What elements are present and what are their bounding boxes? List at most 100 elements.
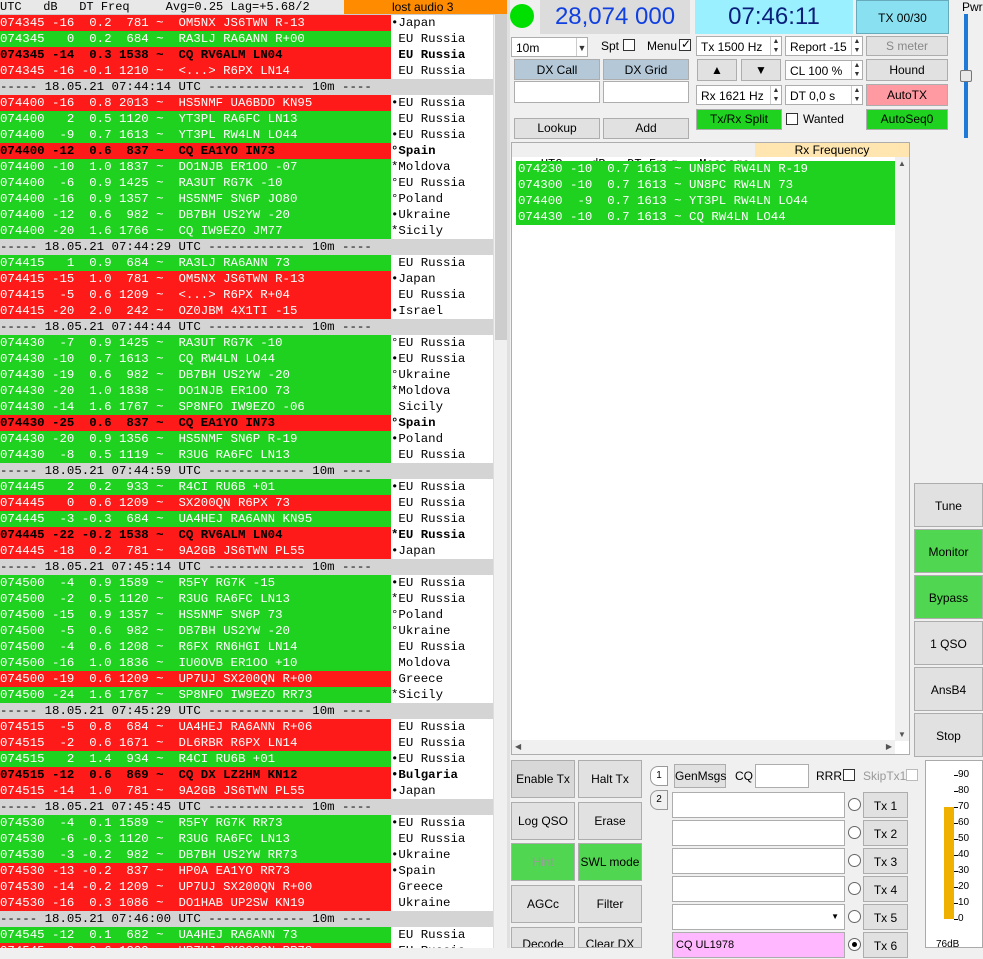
rx-horizontal-scrollbar[interactable]: ◀ ▶: [512, 740, 895, 754]
decode-row[interactable]: 074430 -19 0.6 982 ~ DB7BH US2YW -20 °Ukr…: [0, 367, 493, 383]
tune-button[interactable]: Tune: [914, 483, 983, 527]
period-separator[interactable]: ----- 18.05.21 07:44:29 UTC ------------…: [0, 239, 493, 255]
tx1-message-field[interactable]: [672, 792, 845, 818]
decode-row[interactable]: 074430 -14 1.6 1767 ~ SP8NFO IW9EZO -06 …: [0, 399, 493, 415]
decode-row[interactable]: 074345 -14 0.3 1538 ~ CQ RV6ALM LN04 EU …: [0, 47, 493, 63]
tx6-button[interactable]: Tx 6: [863, 932, 908, 958]
chevron-down-icon[interactable]: ▼: [576, 38, 587, 56]
scroll-up-icon[interactable]: ▲: [898, 159, 906, 168]
log-qso-button[interactable]: Log QSO: [511, 802, 575, 840]
decode-row[interactable]: 074445 -3 -0.3 684 ~ UA4HEJ RA6ANN KN95 …: [0, 511, 493, 527]
rx-message-list[interactable]: 074230 -10 0.7 1613 ~ UN8PC RW4LN R-19 07…: [516, 161, 896, 225]
period-separator[interactable]: ----- 18.05.21 07:45:29 UTC ------------…: [0, 703, 493, 719]
decode-row[interactable]: 074530 -14 -0.2 1209 ~ UP7UJ SX200QN R+0…: [0, 879, 493, 895]
decode-row[interactable]: 074515 -5 0.8 684 ~ UA4HEJ RA6ANN R+06 E…: [0, 719, 493, 735]
band-select[interactable]: 10m ▼: [511, 37, 588, 57]
tx2-radio[interactable]: [848, 826, 861, 839]
tx2-message-field[interactable]: [672, 820, 845, 846]
ansb4-button[interactable]: AnsB4: [914, 667, 983, 711]
decode-row[interactable]: 074430 -10 0.7 1613 ~ CQ RW4LN LO44 •EU R…: [0, 351, 493, 367]
dx-call-input[interactable]: [514, 81, 600, 103]
decode-row[interactable]: 074430 -25 0.6 837 ~ CQ EA1YO IN73 °Spain: [0, 415, 493, 431]
hint-button[interactable]: Hint: [511, 843, 575, 881]
decode-row[interactable]: 074530 -4 0.1 1589 ~ R5FY RG7K RR73 •EU R…: [0, 815, 493, 831]
power-control[interactable]: Pwr: [960, 0, 983, 145]
decode-row[interactable]: 074415 -20 2.0 242 ~ OZ0JBM 4X1TI -15 •Is…: [0, 303, 493, 319]
up-arrow-button[interactable]: ▲: [697, 59, 737, 81]
rx-message-row[interactable]: 074300 -10 0.7 1613 ~ UN8PC RW4LN 73: [516, 177, 896, 193]
menu-checkbox[interactable]: [679, 37, 691, 51]
tx6-message-field[interactable]: CQ UL1978: [672, 932, 845, 958]
rx-message-row[interactable]: 074430 -10 0.7 1613 ~ CQ RW4LN LO44: [516, 209, 896, 225]
decode-row[interactable]: 074345 0 0.2 684 ~ RA3LJ RA6ANN R+00 EU …: [0, 31, 493, 47]
decode-row[interactable]: 074400 -9 0.7 1613 ~ YT3PL RW4LN LO44 •EU…: [0, 127, 493, 143]
decode-row[interactable]: 074345 -16 -0.1 1210 ~ <...> R6PX LN14 E…: [0, 63, 493, 79]
tx5-radio[interactable]: [848, 910, 861, 923]
bypass-button[interactable]: Bypass: [914, 575, 983, 619]
rx-vertical-scrollbar[interactable]: ▲ ▼: [895, 157, 909, 741]
decode-row[interactable]: 074500 -19 0.6 1209 ~ UP7UJ SX200QN R+00…: [0, 671, 493, 687]
tx4-radio[interactable]: [848, 882, 861, 895]
spin-arrows-icon[interactable]: ▲ ▼: [851, 86, 862, 104]
spin-arrows-icon[interactable]: ▲ ▼: [851, 61, 862, 79]
decode-row[interactable]: 074345 -16 0.2 781 ~ OM5NX JS6TWN R-13 •J…: [0, 15, 493, 31]
skiptx1-checkbox[interactable]: [906, 769, 918, 781]
decode-row[interactable]: 074530 -6 -0.3 1120 ~ R3UG RA6FC LN13 EU…: [0, 831, 493, 847]
decode-row[interactable]: 074400 2 0.5 1120 ~ YT3PL RA6FC LN13 EU …: [0, 111, 493, 127]
enable-tx-button[interactable]: Enable Tx: [511, 760, 575, 798]
stop-button[interactable]: Stop: [914, 713, 983, 757]
cq-input[interactable]: [755, 764, 809, 788]
rx-freq-spinbox[interactable]: Rx 1621 Hz ▲ ▼: [696, 85, 782, 105]
one-qso-button[interactable]: 1 QSO: [914, 621, 983, 665]
tx1-radio[interactable]: [848, 798, 861, 811]
tx4-button[interactable]: Tx 4: [863, 876, 908, 902]
decode-row[interactable]: 074430 -8 0.5 1119 ~ R3UG RA6FC LN13 EU …: [0, 447, 493, 463]
spin-arrows-icon[interactable]: ▲ ▼: [851, 37, 862, 55]
scroll-down-icon[interactable]: ▼: [898, 730, 906, 739]
clear-dx-button[interactable]: Clear DX: [578, 927, 642, 948]
tx-count-button[interactable]: TX 00/30: [856, 0, 949, 34]
tx5-message-select[interactable]: ▼: [672, 904, 845, 930]
smeter-button[interactable]: S meter: [866, 36, 948, 56]
autotx-button[interactable]: AutoTX: [866, 84, 948, 106]
decode-row[interactable]: 074500 -4 0.9 1589 ~ R5FY RG7K -15 •EU Ru…: [0, 575, 493, 591]
tx1-button[interactable]: Tx 1: [863, 792, 908, 818]
decode-row[interactable]: 074500 -5 0.6 982 ~ DB7BH US2YW -20 °Ukra…: [0, 623, 493, 639]
tab-2[interactable]: 2: [650, 790, 668, 810]
decode-row[interactable]: 074515 2 1.4 934 ~ R4CI RU6B +01 •EU Russ…: [0, 751, 493, 767]
dt-spinbox[interactable]: DT 0,0 s ▲ ▼: [785, 85, 863, 105]
decode-row[interactable]: 074415 1 0.9 684 ~ RA3LJ RA6ANN 73 EU Ru…: [0, 255, 493, 271]
period-separator[interactable]: ----- 18.05.21 07:46:00 UTC ------------…: [0, 911, 493, 927]
period-separator[interactable]: ----- 18.05.21 07:44:14 UTC ------------…: [0, 79, 493, 95]
spt-checkbox[interactable]: [623, 39, 635, 51]
decode-row[interactable]: 074400 -6 0.9 1425 ~ RA3UT RG7K -10 °EU R…: [0, 175, 493, 191]
band-activity-scrollbar[interactable]: [493, 15, 507, 948]
tx3-radio[interactable]: [848, 854, 861, 867]
monitor-button[interactable]: Monitor: [914, 529, 983, 573]
tx-freq-spinbox[interactable]: Tx 1500 Hz ▲ ▼: [696, 36, 782, 56]
decode-row[interactable]: 074530 -16 0.3 1086 ~ DO1HAB UP2SW KN19 …: [0, 895, 493, 911]
down-arrow-button[interactable]: ▼: [741, 59, 781, 81]
band-activity-panel[interactable]: UTC dB DT Freq Avg=0.25 Lag=+5.68/2 lost…: [0, 0, 507, 948]
tab-1[interactable]: 1: [650, 766, 668, 786]
hound-button[interactable]: Hound: [866, 59, 948, 81]
rx-message-row[interactable]: 074400 -9 0.7 1613 ~ YT3PL RW4LN LO44: [516, 193, 896, 209]
decode-row[interactable]: 074530 -3 -0.2 982 ~ DB7BH US2YW RR73 •Uk…: [0, 847, 493, 863]
rrr-checkbox[interactable]: [843, 769, 855, 781]
spin-arrows-icon[interactable]: ▲ ▼: [770, 86, 781, 104]
decode-row[interactable]: 074400 -12 0.6 837 ~ CQ EA1YO IN73 °Spain: [0, 143, 493, 159]
decode-row[interactable]: 074415 -5 0.6 1209 ~ <...> R6PX R+04 EU …: [0, 287, 493, 303]
tx6-radio[interactable]: [848, 938, 861, 951]
swl-mode-button[interactable]: SWL mode: [578, 843, 642, 881]
rx-frequency-panel[interactable]: UTC dB DT Freq Message Rx Frequency 0742…: [511, 142, 910, 755]
decode-row[interactable]: 074545 -9 0.6 1209 ~ UP7UJ SX200QN RR73 …: [0, 943, 493, 948]
txrx-split-button[interactable]: Tx/Rx Split: [696, 109, 782, 130]
decode-row[interactable]: 074500 -2 0.5 1120 ~ R3UG RA6FC LN13 *EU …: [0, 591, 493, 607]
decode-row[interactable]: 074445 -22 -0.2 1538 ~ CQ RV6ALM LN04 *EU…: [0, 527, 493, 543]
decode-row[interactable]: 074415 -15 1.0 781 ~ OM5NX JS6TWN R-13 •J…: [0, 271, 493, 287]
tx2-button[interactable]: Tx 2: [863, 820, 908, 846]
dx-grid-input[interactable]: [603, 81, 689, 103]
genmsgs-button[interactable]: GenMsgs: [674, 764, 726, 788]
period-separator[interactable]: ----- 18.05.21 07:45:14 UTC ------------…: [0, 559, 493, 575]
decode-row[interactable]: 074445 0 0.6 1209 ~ SX200QN R6PX 73 EU R…: [0, 495, 493, 511]
